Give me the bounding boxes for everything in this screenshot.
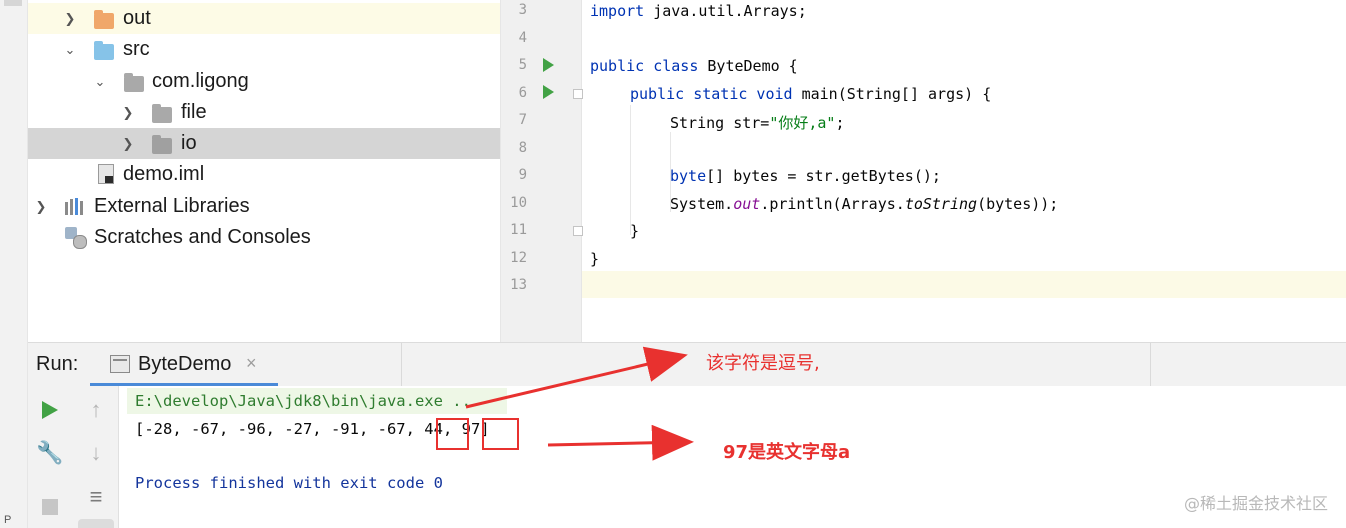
highlight-box-44 — [436, 418, 469, 450]
annotation-arrows — [465, 346, 694, 461]
arrow-to-comma-note — [465, 346, 688, 409]
arrow-to-letter-note — [547, 424, 694, 461]
letter-annotation: 97是英文字母a — [723, 442, 851, 463]
watermark: @稀土掘金技术社区 — [1183, 494, 1328, 513]
highlight-box-97 — [482, 418, 519, 450]
comma-annotation: 该字符是逗号, — [706, 353, 820, 374]
